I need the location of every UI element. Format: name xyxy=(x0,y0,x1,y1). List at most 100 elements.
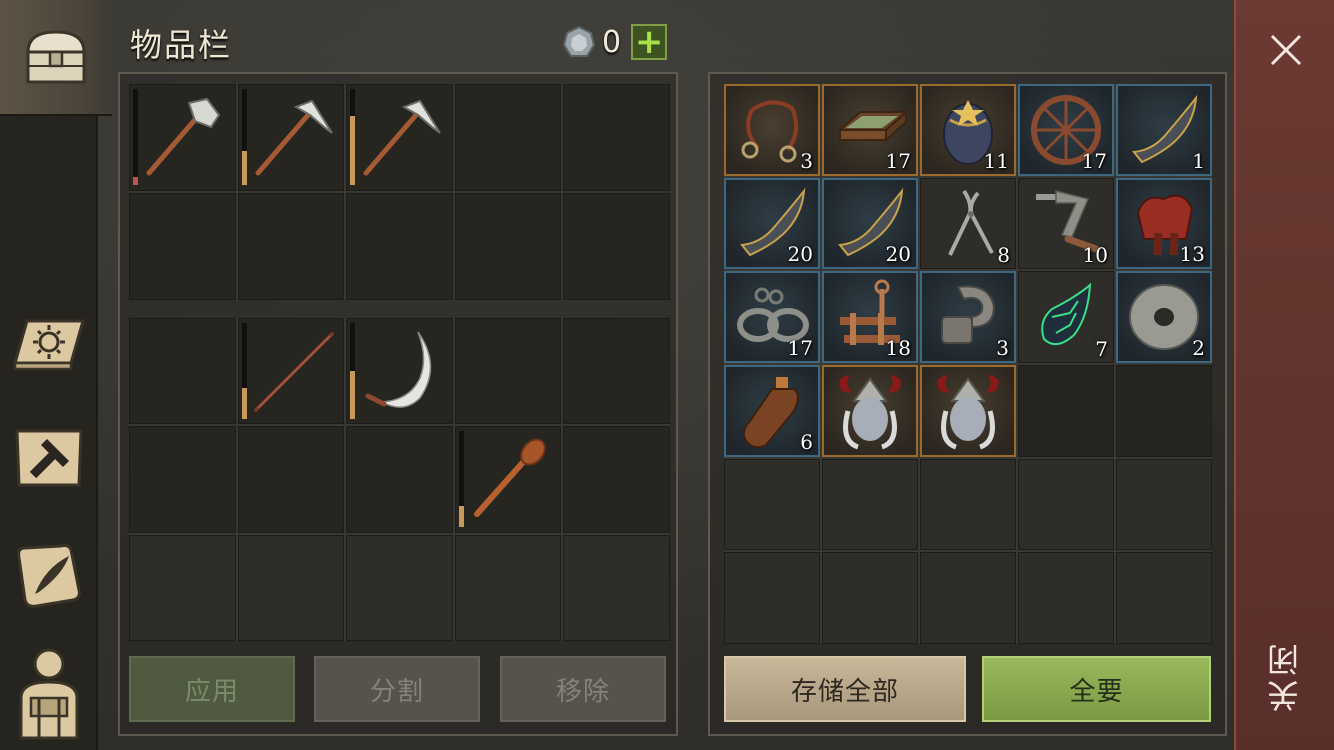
inventory-slot[interactable] xyxy=(237,84,345,191)
storage-slot[interactable] xyxy=(724,552,820,644)
storage-slot[interactable]: 20 xyxy=(724,177,820,270)
inventory-slot[interactable] xyxy=(129,84,236,191)
inventory-slot[interactable] xyxy=(346,84,453,191)
storage-slot[interactable] xyxy=(920,552,1016,644)
inventory-slot[interactable] xyxy=(129,193,236,300)
storage-slot[interactable] xyxy=(1116,458,1212,551)
item-count: 17 xyxy=(787,335,813,360)
storage-slot[interactable] xyxy=(822,364,918,457)
inventory-slot[interactable] xyxy=(563,84,670,191)
storage-slot[interactable] xyxy=(1116,552,1212,644)
store-all-button[interactable]: 存储全部 xyxy=(724,656,966,722)
sidebar-tab-journal[interactable] xyxy=(0,516,98,632)
inventory-slot[interactable] xyxy=(454,534,562,641)
storage-slot[interactable] xyxy=(724,458,820,551)
add-currency-button[interactable]: + xyxy=(631,24,668,60)
item-count: 17 xyxy=(1081,148,1107,173)
item-count: 20 xyxy=(885,242,911,267)
horned-helmet-head-icon xyxy=(937,374,999,450)
inventory-slot[interactable] xyxy=(129,426,236,533)
storage-slot[interactable] xyxy=(1018,458,1114,551)
storage-slot[interactable]: 3 xyxy=(920,271,1016,363)
storage-slot[interactable]: 17 xyxy=(822,84,918,176)
inventory-slot[interactable] xyxy=(237,193,345,300)
horned-helmet-head-icon xyxy=(839,374,901,450)
inventory-slot[interactable] xyxy=(454,84,562,191)
currency-amount: 0 xyxy=(602,24,622,60)
inventory-slot[interactable] xyxy=(237,534,345,641)
storage-slot[interactable]: 1 xyxy=(1116,84,1212,176)
inventory-slot[interactable] xyxy=(563,193,670,300)
storage-slot[interactable]: 20 xyxy=(822,177,918,270)
storage-slot[interactable] xyxy=(822,552,918,644)
green-crystal-icon xyxy=(1041,282,1092,346)
pliers-icon xyxy=(948,190,994,257)
page-title: 物品栏 xyxy=(130,26,233,64)
inventory-slot[interactable] xyxy=(563,426,670,533)
inventory-slot[interactable] xyxy=(237,426,345,533)
storage-slot[interactable] xyxy=(1116,364,1212,457)
inventory-slot[interactable] xyxy=(346,426,453,533)
remove-button[interactable]: 移除 xyxy=(500,656,666,722)
wooden-club-icon xyxy=(474,438,546,518)
inventory-grid-top xyxy=(129,84,670,300)
inventory-slot[interactable] xyxy=(129,318,236,425)
pickaxe-icon xyxy=(363,99,442,175)
inventory-slot[interactable] xyxy=(346,193,453,300)
sickle-icon xyxy=(365,331,432,408)
item-count: 18 xyxy=(885,335,911,360)
item-count: 10 xyxy=(1082,243,1108,268)
item-count: 20 xyxy=(787,242,813,267)
inventory-slot[interactable] xyxy=(346,534,453,641)
wooden-spear-icon xyxy=(254,332,334,412)
item-count: 1 xyxy=(1192,148,1205,173)
close-label: 关闭 xyxy=(1266,640,1304,712)
inventory-slot[interactable] xyxy=(563,318,670,425)
split-button[interactable]: 分割 xyxy=(314,656,480,722)
inventory-slot[interactable] xyxy=(454,318,562,425)
storage-slot[interactable] xyxy=(1018,552,1114,644)
storage-slot[interactable]: 11 xyxy=(920,84,1016,176)
sun-book-icon xyxy=(13,319,85,371)
stone-hammer-icon xyxy=(146,97,221,175)
storage-slot[interactable] xyxy=(920,458,1016,551)
storage-slot[interactable]: 17 xyxy=(724,271,820,363)
inventory-grid-bottom xyxy=(129,318,670,641)
scroll-quill-icon xyxy=(17,544,81,608)
storage-slot[interactable] xyxy=(822,458,918,551)
sidebar-tab-inventory[interactable] xyxy=(0,0,112,116)
storage-grid: 3 17 11 17 1 20 20 8 10 13 17 18 3 7 2 6 xyxy=(724,84,1212,644)
storage-slot[interactable]: 8 xyxy=(920,177,1016,270)
item-count: 7 xyxy=(1095,336,1108,361)
inventory-slot[interactable] xyxy=(237,318,345,425)
apply-button[interactable]: 应用 xyxy=(129,656,295,722)
inventory-slot[interactable] xyxy=(454,193,562,300)
storage-slot[interactable] xyxy=(920,364,1016,457)
item-count: 2 xyxy=(1192,335,1205,360)
storage-slot[interactable]: 2 xyxy=(1116,271,1212,363)
storage-slot[interactable]: 13 xyxy=(1116,177,1212,270)
storage-slot[interactable]: 3 xyxy=(724,84,820,176)
close-panel[interactable]: 关闭 xyxy=(1234,0,1334,750)
storage-slot[interactable]: 7 xyxy=(1018,271,1114,363)
storage-slot[interactable]: 18 xyxy=(822,271,918,363)
item-count: 8 xyxy=(997,243,1010,268)
item-count: 11 xyxy=(983,148,1009,173)
storage-slot[interactable] xyxy=(1018,364,1114,457)
sidebar-tab-character[interactable] xyxy=(0,634,98,750)
close-icon[interactable] xyxy=(1266,30,1306,70)
take-all-button[interactable]: 全要 xyxy=(982,656,1211,722)
sidebar xyxy=(0,0,112,750)
sidebar-tab-skills[interactable] xyxy=(0,284,98,400)
inventory-slot[interactable] xyxy=(563,534,670,641)
inventory-slot[interactable] xyxy=(129,534,236,641)
item-count: 3 xyxy=(800,148,813,173)
sidebar-tab-crafting[interactable] xyxy=(0,400,98,516)
storage-slot[interactable]: 17 xyxy=(1018,84,1114,176)
chest-icon xyxy=(26,30,86,84)
inventory-slot[interactable] xyxy=(346,318,453,425)
storage-slot[interactable]: 6 xyxy=(724,364,820,457)
currency-display: 0 + xyxy=(562,24,668,60)
storage-slot[interactable]: 10 xyxy=(1018,177,1114,270)
inventory-slot[interactable] xyxy=(454,426,562,533)
